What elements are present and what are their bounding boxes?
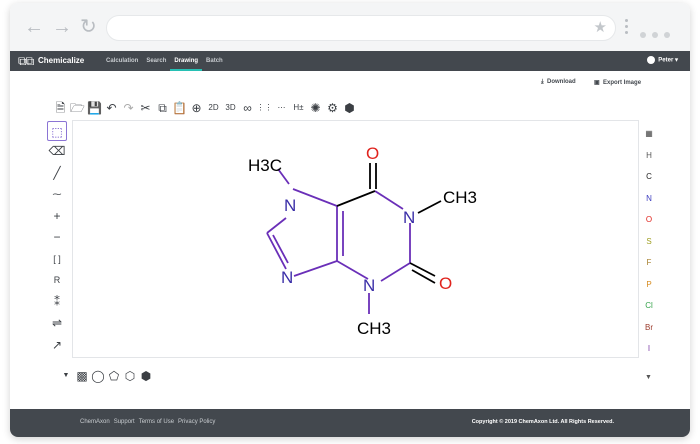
- chain-icon[interactable]: ⁓: [47, 184, 67, 206]
- app-footer: ChemAxon Support Terms of Use Privacy Po…: [10, 409, 690, 437]
- redo-icon[interactable]: ↷: [120, 100, 137, 116]
- export-image-label: Export Image: [603, 80, 642, 86]
- element-toolbar: ▦ H C N O S F P Cl Br I: [640, 123, 658, 360]
- oxygen-right-label: O: [439, 274, 452, 293]
- mapping-icon[interactable]: ⋯: [273, 100, 290, 116]
- download-label: Download: [547, 79, 576, 85]
- chevron-down-icon[interactable]: ▼: [645, 374, 652, 381]
- n7-label: N: [284, 196, 296, 215]
- footer-link-terms[interactable]: Terms of Use: [139, 419, 174, 425]
- r-group-icon[interactable]: R: [47, 270, 67, 292]
- single-bond-icon[interactable]: ╱: [47, 163, 67, 185]
- menu-search[interactable]: Search: [142, 51, 170, 71]
- reaction-arrow-icon[interactable]: ⇌: [47, 313, 67, 335]
- new-document-icon[interactable]: 🗎: [52, 100, 69, 116]
- hexagon-icon[interactable]: ⬡: [122, 368, 138, 384]
- pentagon-icon[interactable]: ⬠: [106, 368, 122, 384]
- main-menu: Calculation Search Drawing Batch: [102, 51, 227, 71]
- element-f[interactable]: F: [640, 252, 658, 274]
- bottom-toolbar: ▼ ▩ ◯ ⬠ ⬡ ⬢: [58, 367, 154, 385]
- n9-label: N: [281, 268, 293, 287]
- back-arrow-icon[interactable]: ←: [24, 17, 44, 37]
- undo-icon[interactable]: ↶: [103, 100, 120, 116]
- periodic-table-icon[interactable]: ▦: [640, 123, 658, 145]
- plus-charge-icon[interactable]: +: [47, 206, 67, 228]
- minus-charge-icon[interactable]: −: [47, 227, 67, 249]
- zoom-icon[interactable]: ⊕: [188, 100, 205, 116]
- element-cl[interactable]: Cl: [640, 295, 658, 317]
- user-menu[interactable]: Peter ▾: [647, 56, 678, 64]
- reload-icon[interactable]: ↻: [80, 17, 97, 37]
- template-icon[interactable]: ▩: [74, 368, 90, 384]
- cube-icon[interactable]: ⬢: [138, 368, 154, 384]
- link-icon[interactable]: ∞: [239, 100, 256, 116]
- download-icon: ⤓: [541, 79, 544, 85]
- menu-batch[interactable]: Batch: [202, 51, 227, 71]
- footer-link-privacy[interactable]: Privacy Policy: [178, 419, 215, 425]
- methyl-top-label: H3C: [248, 156, 282, 175]
- window-controls: [640, 25, 676, 43]
- n1-label: N: [403, 208, 415, 227]
- app-header: ⧉⧉ Chemicalize Calculation Search Drawin…: [10, 51, 690, 71]
- image-icon: ▣: [594, 80, 600, 86]
- chemicalize-logo-icon[interactable]: ⧉⧉: [18, 55, 34, 67]
- info-icon[interactable]: ⬢: [341, 100, 358, 116]
- star-icon[interactable]: ★: [594, 20, 607, 36]
- element-c[interactable]: C: [640, 166, 658, 188]
- settings-icon[interactable]: ⚙: [324, 100, 341, 116]
- brand-name[interactable]: Chemicalize: [38, 56, 84, 65]
- element-br[interactable]: Br: [640, 317, 658, 339]
- n3-label: N: [363, 276, 375, 295]
- open-folder-icon[interactable]: 🗁: [69, 100, 86, 116]
- stereo-icon[interactable]: ⁑: [47, 292, 67, 314]
- save-icon[interactable]: 💾: [86, 100, 103, 116]
- multi-center-icon[interactable]: ↗: [47, 335, 67, 357]
- copyright-text: Copyright © 2019 ChemAxon Ltd. All Right…: [471, 419, 614, 425]
- element-i[interactable]: I: [640, 338, 658, 360]
- copy-icon[interactable]: ⧉: [154, 100, 171, 116]
- footer-link-support[interactable]: Support: [114, 419, 135, 425]
- export-image-button[interactable]: ▣ Export Image: [594, 79, 641, 86]
- rotate-2d-icon[interactable]: 2D: [205, 100, 222, 116]
- black-bonds: [336, 163, 442, 284]
- oxygen-top-label: O: [366, 144, 379, 163]
- paste-icon[interactable]: 📋: [171, 100, 188, 116]
- methyl-bottom-label: CH3: [357, 319, 391, 338]
- element-h[interactable]: H: [640, 145, 658, 167]
- browser-window: ← → ↻ ★ ⧉⧉ Chemicalize Calculation Searc…: [10, 3, 690, 437]
- atom-labels: H3C N N N N O O CH3 CH3: [248, 144, 477, 338]
- select-icon[interactable]: ⬚: [47, 121, 67, 141]
- element-s[interactable]: S: [640, 231, 658, 253]
- bracket-icon[interactable]: [ ]: [47, 249, 67, 271]
- user-avatar-icon: [647, 56, 656, 64]
- shield-icon[interactable]: ◯: [90, 368, 106, 384]
- drawing-canvas[interactable]: H3C N N N N O O CH3 CH3: [72, 120, 639, 358]
- cut-icon[interactable]: ✂: [137, 100, 154, 116]
- footer-link-chemaxon[interactable]: ChemAxon: [80, 419, 110, 425]
- chevron-down-icon: ▾: [674, 57, 678, 64]
- top-toolbar: 🗎 🗁 💾 ↶ ↷ ✂ ⧉ 📋 ⊕ 2D 3D ∞ ⋮⋮ ⋯ H± ✺ ⚙ ⬢: [52, 99, 358, 117]
- browser-toolbar: ← → ↻ ★: [10, 3, 690, 51]
- arrange-icon[interactable]: ⋮⋮: [256, 100, 273, 116]
- rotate-3d-icon[interactable]: 3D: [222, 100, 239, 116]
- menu-calculation[interactable]: Calculation: [102, 51, 142, 71]
- clean-icon[interactable]: ✺: [307, 100, 324, 116]
- kebab-menu-icon[interactable]: [625, 17, 629, 37]
- forward-arrow-icon[interactable]: →: [52, 17, 72, 37]
- eraser-icon[interactable]: ⌫: [47, 141, 67, 163]
- expand-icon[interactable]: ▼: [58, 368, 74, 384]
- purple-bonds: [266, 168, 411, 314]
- user-name: Peter: [658, 57, 674, 64]
- address-bar[interactable]: ★: [106, 15, 616, 41]
- molecule-drawing[interactable]: H3C N N N N O O CH3 CH3: [73, 121, 640, 359]
- menu-drawing[interactable]: Drawing: [170, 51, 203, 71]
- hydrogen-icon[interactable]: H±: [290, 100, 307, 116]
- element-o[interactable]: O: [640, 209, 658, 231]
- element-n[interactable]: N: [640, 188, 658, 210]
- methyl-right-label: CH3: [443, 188, 477, 207]
- element-p[interactable]: P: [640, 274, 658, 296]
- footer-links: ChemAxon Support Terms of Use Privacy Po…: [80, 419, 219, 425]
- download-button[interactable]: ⤓ Download: [541, 79, 576, 86]
- left-toolbar: ⬚ ⌫ ╱ ⁓ + − [ ] R ⁑ ⇌ ↗: [47, 121, 67, 356]
